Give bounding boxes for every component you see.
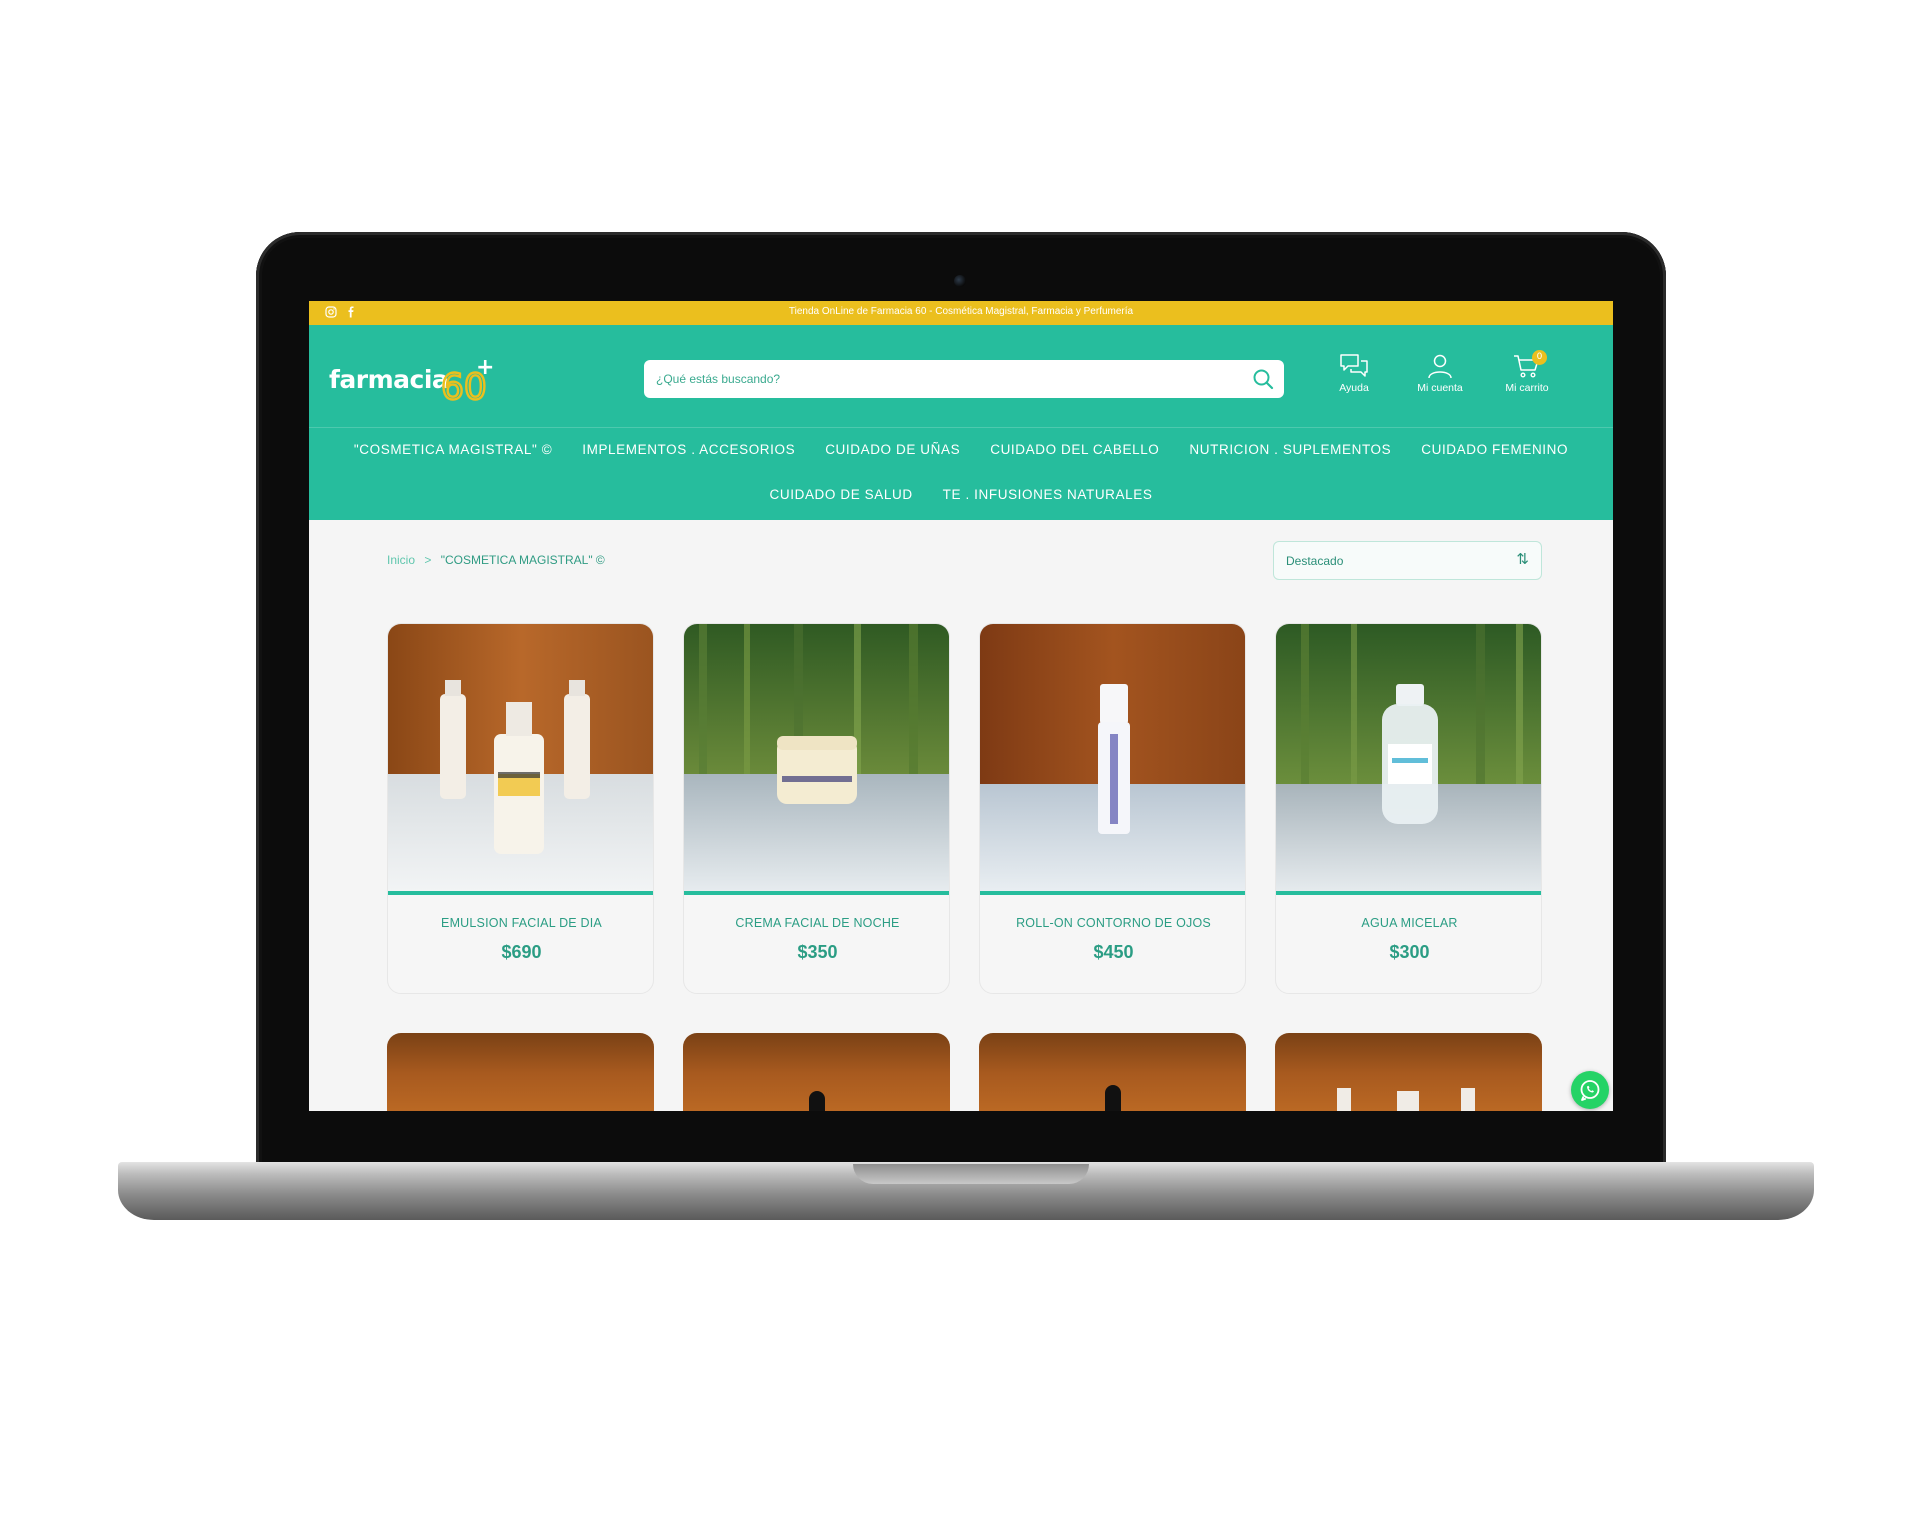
logo-text: farmacia [329,365,449,394]
product-card[interactable]: AGUA MICELAR $300 [1275,623,1542,994]
product-accent-bar [980,891,1245,895]
logo-60-mark: 60 + [441,355,494,405]
search-icon[interactable] [1252,368,1274,390]
breadcrumb: Inicio > "COSMETICA MAGISTRAL" © [387,553,605,567]
user-icon [1428,354,1452,379]
cart-count-badge: 0 [1532,350,1547,365]
breadcrumb-home[interactable]: Inicio [387,553,415,567]
account-label: Mi cuenta [1417,382,1463,394]
sort-arrows-icon: ⇅ [1516,550,1529,568]
whatsapp-icon [1580,1080,1600,1101]
product-bottle-top [1397,1091,1419,1111]
announcement-text: Tienda OnLine de Farmacia 60 - Cosmética… [788,306,1134,317]
product-price: $350 [797,942,838,962]
product-card-partial[interactable] [387,1033,654,1111]
product-card[interactable]: CREMA FACIAL DE NOCHE $350 [683,623,950,994]
nav-divider [309,427,1613,428]
cart-link[interactable]: 0 Mi carrito [1492,350,1562,394]
product-card-partial[interactable] [1275,1033,1542,1111]
product-card-partial[interactable] [683,1033,950,1111]
nav-item-cuidado-unas[interactable]: CUIDADO DE UÑAS [825,442,960,457]
product-card-partial[interactable] [979,1033,1246,1111]
nav-item-implementos[interactable]: IMPLEMENTOS . ACCESORIOS [582,442,795,457]
sort-select[interactable]: Destacado ⇅ [1273,541,1542,580]
nav-item-nutricion[interactable]: NUTRICION . SUPLEMENTOS [1189,442,1391,457]
product-name[interactable]: EMULSION FACIAL DE DIA [388,916,653,930]
product-image[interactable] [1276,624,1541,892]
whatsapp-button[interactable] [1571,1071,1609,1109]
search-box [644,360,1284,398]
product-name[interactable]: AGUA MICELAR [1276,916,1541,930]
product-name[interactable]: CREMA FACIAL DE NOCHE [684,916,949,930]
product-bottle-top [1337,1088,1351,1111]
product-image[interactable] [980,624,1245,892]
product-image[interactable] [684,624,949,892]
browser-screen: Tienda OnLine de Farmacia 60 - Cosmética… [309,301,1613,1111]
product-image[interactable] [388,624,653,892]
product-price: $300 [1389,942,1430,962]
product-name[interactable]: ROLL-ON CONTORNO DE OJOS [980,916,1245,930]
product-accent-bar [388,891,653,895]
breadcrumb-separator: > [424,553,432,567]
cart-label: Mi carrito [1505,382,1549,394]
product-accent-bar [684,891,949,895]
product-card[interactable]: EMULSION FACIAL DE DIA $690 [387,623,654,994]
nav-item-cuidado-salud[interactable]: CUIDADO DE SALUD [770,487,913,502]
nav-item-cuidado-femenino[interactable]: CUIDADO FEMENINO [1421,442,1568,457]
product-bottle-top [1461,1088,1475,1111]
announcement-bar: Tienda OnLine de Farmacia 60 - Cosmética… [309,301,1613,325]
nav-item-te-infusiones[interactable]: TE . INFUSIONES NATURALES [943,487,1153,502]
product-price: $690 [501,942,542,962]
help-label: Ayuda [1339,382,1369,394]
camera [954,275,966,287]
product-bottle-top [1105,1085,1121,1111]
main-nav-row-2: CUIDADO DE SALUD TE . INFUSIONES NATURAL… [309,487,1613,502]
laptop-notch [853,1164,1089,1184]
product-card[interactable]: ROLL-ON CONTORNO DE OJOS $450 [979,623,1246,994]
product-price: $450 [1093,942,1134,962]
breadcrumb-current: "COSMETICA MAGISTRAL" © [440,553,605,567]
chat-bubbles-icon [1340,354,1368,377]
sort-selected-value: Destacado [1286,554,1344,568]
site-header: farmacia 60 + Ayuda Mi [309,325,1613,520]
account-link[interactable]: Mi cuenta [1405,353,1475,394]
product-bottle-top [809,1091,825,1111]
logo-plus: + [476,355,494,380]
main-nav-row-1: "COSMETICA MAGISTRAL" © IMPLEMENTOS . AC… [309,442,1613,457]
help-link[interactable]: Ayuda [1319,353,1389,394]
search-input[interactable] [656,360,1236,398]
product-accent-bar [1276,891,1541,895]
nav-item-cosmetica-magistral[interactable]: "COSMETICA MAGISTRAL" © [354,442,552,457]
site-logo[interactable]: farmacia 60 + [329,355,499,405]
nav-item-cuidado-cabello[interactable]: CUIDADO DEL CABELLO [990,442,1159,457]
